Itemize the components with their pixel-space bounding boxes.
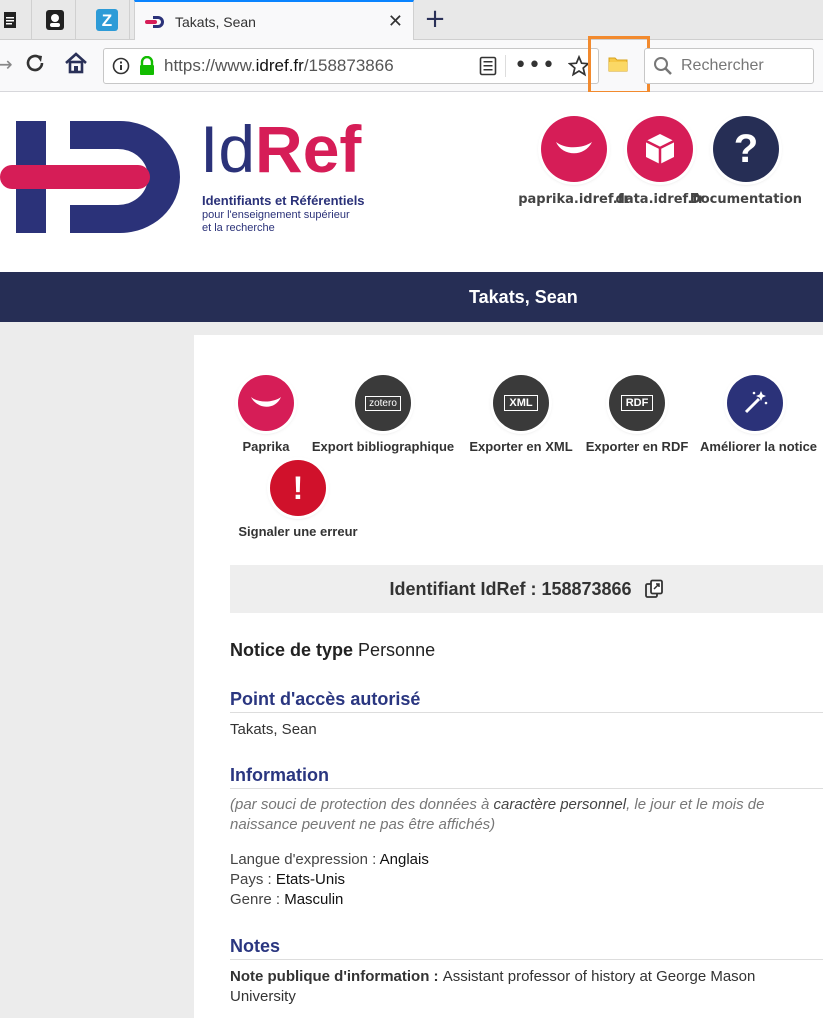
search-icon	[654, 57, 672, 75]
search-bar[interactable]: Rechercher	[644, 48, 814, 84]
paprika-icon	[541, 116, 607, 182]
action-signaler-erreur[interactable]: ! Signaler une erreur	[230, 460, 366, 539]
question-icon: ?	[713, 116, 779, 182]
reader-view-icon[interactable]	[479, 56, 497, 76]
identifier-box: Identifiant IdRef : 158873866	[230, 565, 823, 613]
contact-book-icon	[45, 10, 64, 30]
info-field-language: Langue d'expression : Anglais	[230, 850, 429, 870]
logo-wordmark[interactable]: IdRef	[200, 114, 361, 184]
action-label: Export bibliographique	[311, 439, 455, 454]
xml-icon: XML	[493, 375, 549, 431]
field-key: Pays :	[230, 871, 276, 888]
action-ameliorer-notice[interactable]: Améliorer la notice	[700, 375, 823, 454]
page-actions-icon[interactable]: •••	[514, 55, 556, 77]
logo-ref: Ref	[255, 112, 362, 186]
cube-icon	[627, 116, 693, 182]
privacy-note-emphasis: caractère personnel	[493, 796, 627, 813]
url-prefix: https://www.	[164, 56, 256, 75]
site-header: IdRef Identifiants et Référentiels pour …	[0, 92, 823, 272]
header-link-label: Documentation	[689, 192, 803, 207]
field-value: Etats-Unis	[275, 871, 346, 888]
zotero-z-icon: Z	[95, 9, 118, 31]
title-band: Takats, Sean	[0, 272, 823, 322]
pinned-tab-zotero[interactable]: Z	[84, 0, 130, 40]
idref-logo-icon[interactable]	[0, 121, 186, 233]
url-text[interactable]: https://www.idref.fr/158873866	[164, 56, 479, 76]
action-label: Exporter en XML	[469, 439, 573, 454]
action-paprika[interactable]: Paprika	[230, 375, 302, 454]
folder-icon	[608, 57, 628, 72]
navigation-bar: → https://www.idref.fr/158873866 ••• Rec…	[0, 36, 823, 94]
info-field-gender: Genre : Masculin	[230, 890, 343, 910]
new-tab-button[interactable]: +	[420, 4, 450, 34]
rdf-icon-label: RDF	[620, 395, 654, 411]
exclamation-icon: !	[270, 460, 326, 516]
action-label: Paprika	[242, 439, 290, 454]
identifier-label: Identifiant IdRef : 158873866	[389, 578, 632, 599]
logo-id: Id	[200, 112, 256, 186]
section-title-information: Information	[230, 765, 823, 789]
xml-icon-label: XML	[504, 395, 538, 411]
logo-subtitle-2: pour l'enseignement supérieur et la reche…	[202, 209, 350, 235]
notice-type-value: Personne	[358, 640, 436, 660]
url-domain: idref.fr	[255, 56, 304, 75]
action-export-xml[interactable]: XML Exporter en XML	[466, 375, 576, 454]
search-input[interactable]: Rechercher	[681, 57, 764, 75]
notes-key: Note publique d'information :	[230, 968, 443, 985]
magic-wand-icon	[727, 375, 783, 431]
zotero-icon-label: zotero	[365, 395, 401, 411]
url-separator	[505, 55, 507, 77]
idref-favicon-icon	[145, 15, 164, 28]
field-value: Masculin	[284, 891, 344, 908]
header-link-documentation[interactable]: ? Documentation	[686, 116, 806, 207]
svg-text:Z: Z	[101, 11, 111, 30]
tab-title: Takats, Sean	[175, 13, 256, 30]
action-label: Améliorer la notice	[700, 439, 818, 454]
main-content: Paprika zotero Export bibliographique XM…	[194, 335, 823, 1018]
browser-tab-strip: Z Takats, Sean ✕ +	[0, 0, 823, 41]
action-export-rdf[interactable]: RDF Exporter en RDF	[584, 375, 690, 454]
notice-type-label: Notice de type	[230, 640, 354, 660]
home-icon[interactable]	[64, 52, 88, 79]
reload-icon[interactable]	[24, 52, 46, 79]
access-point-value: Takats, Sean	[230, 721, 317, 738]
action-label: Exporter en RDF	[585, 439, 689, 454]
field-value: Anglais	[379, 851, 429, 868]
action-label: Signaler une erreur	[238, 524, 358, 539]
privacy-note-part1: (par souci de protection des données à	[230, 796, 494, 813]
pinned-tab-contacts[interactable]	[34, 0, 76, 40]
logo-subtitle-line2: pour l'enseignement supérieur	[202, 209, 350, 221]
section-title-access-point: Point d'accès autorisé	[230, 689, 823, 713]
url-path: /158873866	[303, 56, 394, 75]
notice-type: Notice de type Personne	[230, 640, 435, 661]
paprika-icon	[238, 375, 294, 431]
url-bar[interactable]: https://www.idref.fr/158873866 •••	[103, 48, 599, 84]
lock-icon	[140, 56, 154, 75]
logo-subtitle: Identifiants et Référentiels	[202, 193, 365, 208]
copy-icon[interactable]	[644, 579, 664, 599]
field-key: Genre :	[230, 891, 285, 908]
bookmark-star-icon[interactable]	[568, 55, 590, 77]
information-privacy-note: (par souci de protection des données à c…	[230, 795, 810, 835]
page-title: Takats, Sean	[469, 287, 578, 307]
logo-subtitle-line3: et la recherche	[202, 222, 275, 234]
info-icon[interactable]	[112, 57, 130, 75]
close-tab-icon[interactable]: ✕	[388, 11, 403, 32]
action-export-bibliographique[interactable]: zotero Export bibliographique	[308, 375, 458, 454]
info-field-country: Pays : Etats-Unis	[230, 870, 345, 890]
document-icon	[3, 12, 16, 28]
tab-active[interactable]: Takats, Sean ✕	[134, 0, 414, 41]
section-title-notes: Notes	[230, 936, 823, 960]
pinned-tab-document[interactable]	[0, 0, 32, 40]
notes-public-info: Note publique d'information : Assistant …	[230, 967, 810, 1007]
field-key: Langue d'expression :	[230, 851, 380, 868]
highlighted-folder-button[interactable]	[588, 36, 650, 94]
zotero-icon: zotero	[355, 375, 411, 431]
rdf-icon: RDF	[609, 375, 665, 431]
back-arrow-icon[interactable]: →	[0, 52, 13, 76]
